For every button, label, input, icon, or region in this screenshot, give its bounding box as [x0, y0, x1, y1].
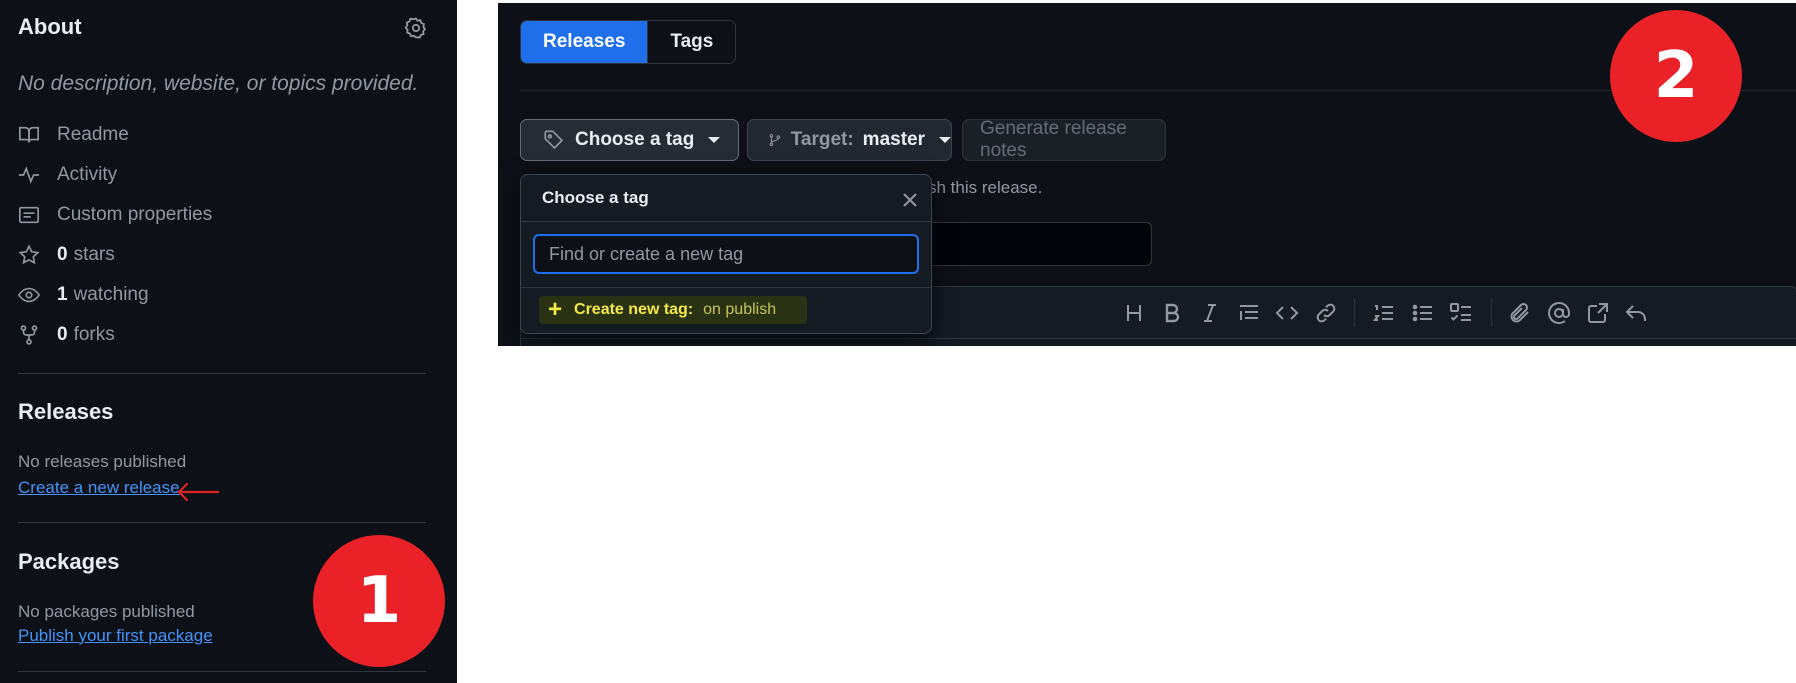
custom-properties-label: Custom properties — [57, 204, 213, 225]
releases-tags-toggle: Releases Tags — [520, 20, 737, 64]
forks-link[interactable]: 0 forks — [18, 321, 115, 349]
custom-properties-link[interactable]: Custom properties — [18, 201, 212, 229]
task-list-icon[interactable] — [1449, 301, 1473, 325]
packages-status: No packages published — [18, 602, 195, 621]
editor-divider — [521, 338, 1796, 339]
pulse-icon — [18, 166, 40, 184]
step-badge-1: 1 — [313, 535, 445, 667]
watching-count: 1 — [57, 284, 68, 305]
eye-icon — [18, 287, 40, 303]
new-release-panel: Releases Tags Choose a tag Target: maste… — [498, 3, 1796, 346]
star-icon — [18, 244, 40, 265]
packages-heading: Packages — [18, 549, 120, 574]
ordered-list-icon[interactable] — [1372, 301, 1396, 325]
bold-icon[interactable] — [1160, 301, 1184, 325]
choose-tag-button[interactable]: Choose a tag — [520, 119, 739, 161]
link-icon[interactable] — [1314, 301, 1338, 325]
releases-status: No releases published — [18, 452, 187, 471]
target-value: master — [862, 129, 925, 150]
divider — [520, 90, 1796, 91]
book-icon — [19, 126, 39, 143]
fork-icon — [20, 325, 38, 345]
toolbar-divider — [1491, 299, 1492, 327]
repo-description: No description, website, or topics provi… — [18, 72, 419, 95]
activity-label: Activity — [57, 164, 118, 185]
chevron-down-icon — [939, 137, 951, 143]
readme-label: Readme — [57, 124, 129, 145]
paperclip-icon[interactable] — [1508, 301, 1532, 325]
dropdown-divider — [521, 287, 931, 288]
create-new-tag-option[interactable]: + Create new tag: on publish — [539, 296, 807, 324]
quote-icon[interactable] — [1237, 301, 1261, 325]
forks-count: 0 — [57, 324, 68, 345]
about-heading: About — [18, 14, 82, 39]
unordered-list-icon[interactable] — [1411, 301, 1435, 325]
toolbar-divider — [1354, 299, 1355, 327]
divider — [18, 671, 426, 672]
tag-icon — [544, 130, 564, 150]
stars-count: 0 — [57, 244, 68, 265]
generate-release-notes-button[interactable]: Generate release notes — [962, 118, 1166, 161]
heading-icon[interactable] — [1122, 301, 1146, 325]
step-badge-2: 2 — [1610, 10, 1742, 142]
italic-icon[interactable] — [1198, 301, 1222, 325]
stars-link[interactable]: 0 stars — [18, 241, 115, 269]
generate-release-notes-label: Generate release notes — [980, 118, 1127, 161]
readme-link[interactable]: Readme — [18, 121, 129, 149]
releases-heading: Releases — [18, 399, 114, 424]
release-title-input[interactable] — [903, 222, 1152, 266]
stars-label: stars — [73, 244, 115, 265]
chevron-down-icon — [708, 137, 721, 143]
create-new-tag-value: on publish — [703, 301, 777, 318]
activity-link[interactable]: Activity — [18, 161, 117, 189]
close-icon[interactable] — [901, 191, 919, 209]
tab-tags[interactable]: Tags — [647, 21, 736, 63]
target-label: Target: — [790, 129, 854, 150]
tag-search-input[interactable] — [533, 234, 919, 274]
branch-icon — [769, 133, 781, 147]
tab-releases[interactable]: Releases — [521, 21, 648, 63]
publish-package-link[interactable]: Publish your first package — [18, 626, 213, 646]
repo-sidebar-panel: About No description, website, or topics… — [0, 0, 457, 683]
mention-icon[interactable] — [1547, 301, 1571, 325]
note-icon — [19, 206, 39, 224]
plus-icon: + — [548, 296, 563, 323]
undo-icon[interactable] — [1624, 301, 1648, 325]
create-release-link[interactable]: Create a new release — [18, 478, 180, 498]
red-arrow-annotation — [177, 482, 220, 502]
watching-link[interactable]: 1 watching — [18, 281, 149, 309]
choose-tag-dropdown: Choose a tag + Create new tag: on publis… — [520, 174, 932, 334]
create-new-tag-label: Create new tag: — [574, 301, 694, 318]
code-icon[interactable] — [1275, 301, 1299, 325]
watching-label: watching — [73, 284, 149, 305]
target-branch-button[interactable]: Target: master — [747, 119, 952, 161]
dropdown-divider — [521, 221, 931, 222]
gear-icon[interactable] — [404, 16, 428, 40]
cross-reference-icon[interactable] — [1586, 301, 1610, 325]
dropdown-title: Choose a tag — [542, 188, 649, 207]
divider — [18, 522, 426, 523]
forks-label: forks — [73, 324, 115, 345]
choose-tag-label: Choose a tag — [575, 129, 695, 150]
divider — [18, 373, 426, 374]
